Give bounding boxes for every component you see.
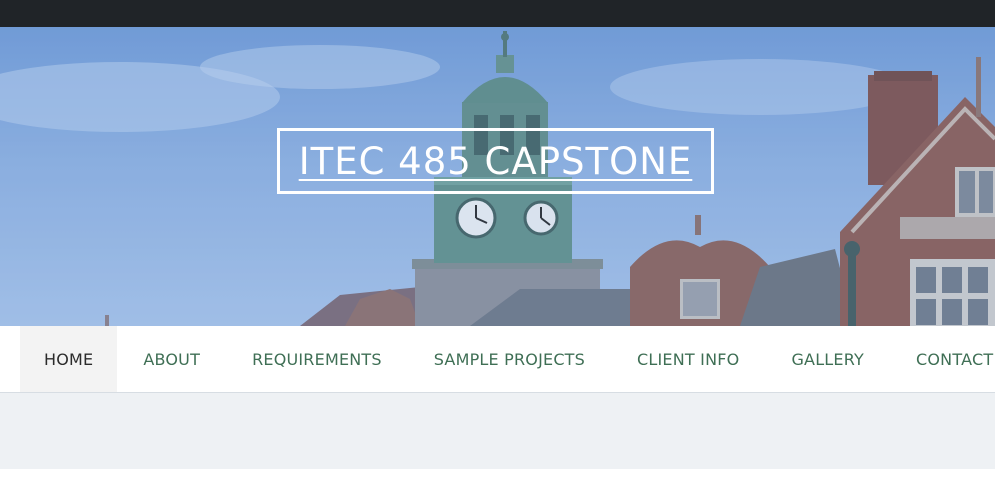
site-title-link[interactable]: ITEC 485 CAPSTONE xyxy=(299,140,693,183)
page-footer-space xyxy=(0,469,995,493)
nav-item-about[interactable]: ABOUT xyxy=(117,326,226,392)
content-area xyxy=(0,393,995,469)
hero-banner: ITEC 485 CAPSTONE xyxy=(0,27,995,326)
top-bar xyxy=(0,0,995,27)
main-nav: HOME ABOUT REQUIREMENTS SAMPLE PROJECTS … xyxy=(0,326,995,393)
nav-item-home[interactable]: HOME xyxy=(20,326,118,392)
nav-item-sample-projects[interactable]: SAMPLE PROJECTS xyxy=(408,326,611,392)
nav-item-contact[interactable]: CONTACT xyxy=(890,326,995,392)
nav-item-client-info[interactable]: CLIENT INFO xyxy=(611,326,765,392)
site-title-box[interactable]: ITEC 485 CAPSTONE xyxy=(277,128,714,194)
nav-item-gallery[interactable]: GALLERY xyxy=(765,326,890,392)
nav-item-requirements[interactable]: REQUIREMENTS xyxy=(226,326,408,392)
